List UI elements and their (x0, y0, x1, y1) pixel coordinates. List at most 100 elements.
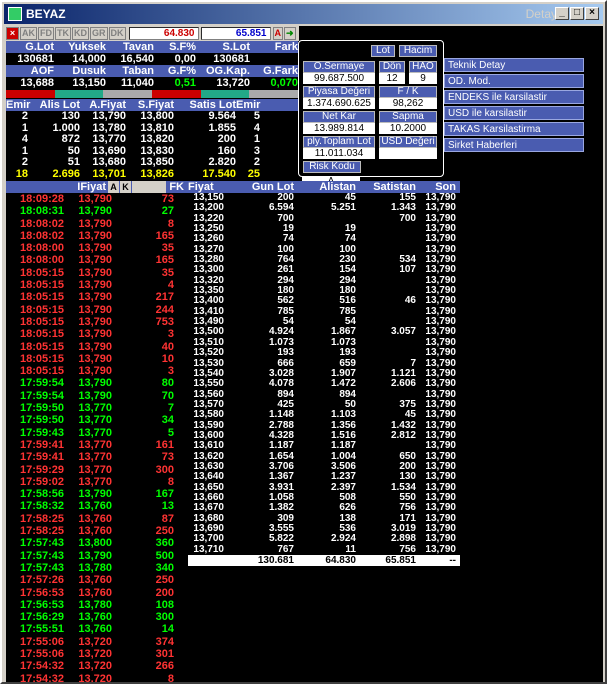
close-button[interactable]: × (585, 7, 599, 20)
lot-button[interactable]: Lot (371, 45, 395, 57)
ladder-row: 13,590 2.788 1.356 1.432 13,790 (188, 420, 460, 431)
trade-price: 13,790 (78, 328, 112, 341)
trade-row: 17:55:06 13,720 374 (6, 636, 188, 648)
depth-cell: 130 (61, 110, 80, 122)
tab-gr[interactable]: GR (90, 27, 108, 40)
close-x-icon[interactable]: × (6, 27, 19, 40)
ladder-cell: 107 (399, 264, 416, 276)
menu-item[interactable]: TAKAS Karsilastirma (444, 122, 584, 136)
trade-time: 18:08:00 (19, 242, 64, 255)
ladder-cell: 700 (399, 212, 416, 224)
menu-item[interactable]: USD ile karsilastir (444, 106, 584, 120)
hacim-button[interactable]: Hacim (399, 45, 437, 57)
ladder-row: 13,660 1.058 508 550 13,790 (188, 492, 460, 503)
trade-row: 17:59:43 13,770 5 (6, 427, 188, 439)
depth-total-cell: 18 (15, 167, 28, 180)
trade-row: 17:56:29 13,760 300 (6, 611, 188, 623)
trade-lot: 217 (155, 291, 174, 304)
ladder-cell: 2.606 (390, 378, 416, 390)
tab-dk[interactable]: DK (108, 27, 126, 40)
trade-price: 13,790 (78, 315, 112, 328)
trade-lot: 108 (155, 598, 174, 611)
trades-header: IFiyat A K FK (6, 181, 188, 193)
piyasa-label: Piyasa Değeri (303, 86, 375, 98)
price-ladder: Fiyat Gun Lot Alistan Satistan Son 13,15… (188, 181, 460, 621)
trade-price: 13,760 (78, 574, 112, 587)
summary-cell: 14,000 (72, 53, 106, 65)
app-window: BEYAZ Detay _ □ × × AK FD TK KD GR DK 64… (0, 0, 607, 684)
ladder-cell: 11 (345, 543, 356, 555)
menu-item[interactable]: Teknik Detay (444, 58, 584, 72)
minimize-button[interactable]: _ (555, 7, 569, 20)
depth-rows: 2 130 13,790 13,800 9.564 5 1 1.000 13,780 13,810… (6, 110, 298, 180)
trade-price: 13,790 (78, 365, 112, 378)
trade-time: 17:54:32 (19, 660, 64, 673)
ladder-row: 13,600 4.328 1.516 2.812 13,790 (188, 430, 460, 441)
trade-lot: 167 (155, 488, 174, 501)
trade-price: 13,720 (78, 660, 112, 673)
trade-time: 17:56:53 (19, 598, 64, 611)
ladder-cell: 45 (404, 409, 416, 421)
ladder-cell: 193 (277, 347, 294, 359)
trade-price: 13,800 (78, 537, 112, 550)
maximize-button[interactable]: □ (570, 7, 584, 20)
ladder-row: 13,260 74 74 13,790 (188, 234, 460, 245)
trade-time: 17:59:50 (19, 414, 64, 427)
trade-lot: 165 (155, 254, 174, 267)
trade-lot: 300 (155, 463, 174, 476)
title-bar[interactable]: BEYAZ Detay _ □ × (4, 4, 603, 24)
app-icon (8, 7, 22, 21)
sort-k-button[interactable]: K (120, 181, 131, 193)
summary-cell: G.F% (167, 65, 196, 77)
a-button[interactable]: A (272, 27, 283, 40)
ladder-cell (356, 338, 416, 348)
summary-cell: 130681 (213, 53, 250, 65)
depth-total-cell: 25 (247, 167, 260, 180)
risk-label: Risk Kodu (303, 161, 361, 173)
summary-cell: S.F% (169, 41, 196, 53)
arrow-icon[interactable]: ➜ (284, 27, 296, 40)
trade-lot: 5 (167, 426, 174, 439)
ladder-cell: 13,790 (425, 409, 456, 421)
tab-fd[interactable]: FD (38, 27, 54, 40)
color-bar (6, 90, 299, 98)
sort-a-button[interactable]: A (108, 181, 119, 193)
ladder-cell: 13,790 (425, 543, 456, 555)
ladder-rows: 13,150 200 45 155 13,790 13,200 6.594 5.251 1.34… (188, 192, 460, 567)
sapma-value: 10.2000 (379, 123, 437, 134)
menu-item[interactable]: ENDEKS ile karsilastir (444, 90, 584, 104)
trade-lot: 14 (161, 623, 174, 636)
fk-label: F / K (379, 86, 437, 98)
trade-time: 18:05:15 (19, 266, 64, 279)
depth-total-cell: 13,701 (92, 167, 126, 180)
trade-price: 13,790 (78, 303, 112, 316)
trade-time: 18:05:15 (19, 279, 64, 292)
ladder-header: Fiyat Gun Lot Alistan Satistan Son (188, 181, 460, 193)
trade-row: 18:08:02 13,790 165 (6, 230, 188, 242)
don-label: Dön (379, 61, 405, 73)
tab-ak[interactable]: AK (20, 27, 37, 40)
depth-total-cell: 2.696 (52, 167, 80, 180)
menu-item[interactable]: OD. Mod. (444, 74, 584, 88)
trade-price: 13,790 (78, 291, 112, 304)
trade-time: 17:58:25 (19, 525, 64, 538)
trade-time: 17:58:25 (19, 512, 64, 525)
ladder-cell: 3.057 (390, 326, 416, 338)
trade-row: 18:05:15 13,790 3 (6, 328, 188, 340)
tab-tk[interactable]: TK (55, 27, 71, 40)
menu-item[interactable]: Sirket Haberleri (444, 138, 584, 152)
hao-value: 9 (409, 73, 437, 84)
satis-total-field: 65.851 (200, 27, 271, 40)
trade-lot: 753 (155, 315, 174, 328)
trade-time: 17:56:29 (19, 611, 64, 624)
depth-cell: 13,680 (92, 156, 126, 168)
filter-field[interactable] (132, 181, 166, 193)
summary-value-row-2: 13,688 13,150 11,040 0,51 13,720 0,070 (6, 77, 298, 89)
trade-row: 17:57:43 13,780 340 (6, 562, 188, 574)
trade-time: 18:05:15 (19, 340, 64, 353)
tab-kd[interactable]: KD (72, 27, 89, 40)
ladder-row: 13,570 425 50 375 13,790 (188, 399, 460, 410)
trade-price: 13,790 (78, 488, 112, 501)
trade-price: 13,720 (78, 647, 112, 660)
trade-price: 13,760 (78, 500, 112, 513)
